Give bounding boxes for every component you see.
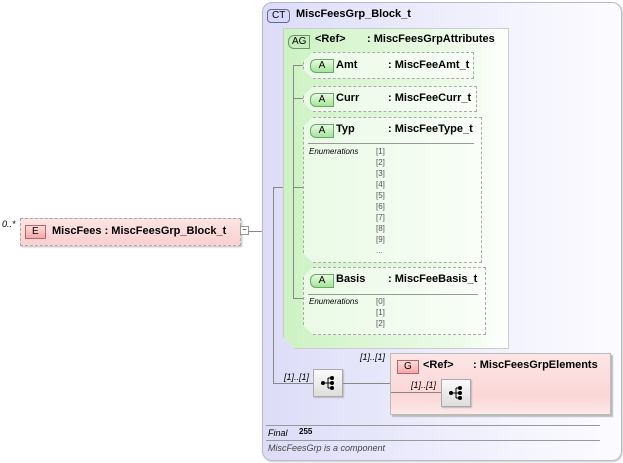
enumeration-value: [1] [376, 308, 385, 317]
sequence-occurs: [1]..[1] [284, 372, 310, 382]
enumerations-label: Enumerations [309, 147, 359, 156]
sequence-icon [449, 386, 462, 400]
element-badge: E [25, 225, 46, 239]
attribute-basis[interactable]: A Basis : MiscFeeBasis_t Enumerations [0… [303, 267, 486, 335]
attribute-type: : MiscFeeCurr_t [388, 92, 472, 104]
enumeration-value: [6] [376, 202, 385, 211]
group-inner-occurs: [1]..[1] [411, 380, 437, 390]
enumeration-value: [8] [376, 224, 385, 233]
attribute-curr[interactable]: A Curr : MiscFeeCurr_t [303, 86, 477, 112]
ct-name: MiscFeesGrp_Block_t [296, 8, 411, 20]
final-value: 255 [299, 427, 313, 436]
enumeration-value: [3] [376, 169, 385, 178]
attribute-type: : MiscFeeBasis_t [388, 273, 478, 285]
element-miscfees[interactable]: E MiscFees : MiscFeesGrp_Block_t [20, 218, 241, 246]
group-box[interactable]: G <Ref> : MiscFeesGrpElements [1]..[1] [390, 353, 611, 415]
attribute-badge: A [310, 93, 334, 107]
final-label: Final [268, 428, 288, 438]
enumeration-list: [1] [2] [3] [4] [5] [6] [7] [8] [9]... [376, 146, 385, 256]
enumeration-value: [1] [376, 147, 385, 156]
element-occurs: 0..* [2, 219, 16, 229]
attribute-name: Basis [336, 273, 366, 285]
element-label: MiscFees : MiscFeesGrp_Block_t [52, 225, 227, 237]
enumeration-list: [0] [1] [2] [376, 296, 385, 329]
group-type: : MiscFeesGrpElements [473, 359, 598, 371]
attribute-amt[interactable]: A Amt : MiscFeeAmt_t [303, 52, 474, 79]
enumeration-value: [9] [376, 235, 385, 244]
enumeration-value: [7] [376, 213, 385, 222]
component-note: MiscFeesGrp is a component [268, 443, 386, 453]
attribute-badge: A [310, 124, 334, 138]
ag-ref: <Ref> [315, 33, 346, 45]
enumeration-value: [2] [376, 319, 385, 328]
attribute-name: Curr [336, 92, 360, 104]
group-ref: <Ref> [423, 359, 454, 371]
attribute-type: : MiscFeeAmt_t [388, 59, 470, 71]
group-occurs: [1]..[1] [360, 352, 386, 362]
attribute-type: : MiscFeeType_t [388, 123, 473, 135]
enumeration-value: [4] [376, 180, 385, 189]
ag-type: : MiscFeesGrpAttributes [367, 33, 495, 45]
attribute-typ[interactable]: A Typ : MiscFeeType_t Enumerations [1] [2… [303, 117, 482, 263]
sequence-compositor[interactable] [313, 369, 343, 397]
attribute-badge: A [310, 274, 334, 288]
attribute-badge: A [310, 59, 334, 73]
enumeration-value: [2] [376, 158, 385, 167]
enumeration-value: [5] [376, 191, 385, 200]
attribute-name: Amt [336, 59, 358, 71]
enumeration-value: ... [376, 246, 383, 255]
ag-badge: AG [288, 35, 310, 49]
ct-badge: CT [267, 9, 291, 23]
enumeration-value: [0] [376, 297, 385, 306]
group-badge: G [397, 360, 419, 374]
sequence-icon [321, 376, 334, 390]
group-sequence-compositor[interactable] [441, 379, 471, 407]
enumerations-label: Enumerations [309, 297, 359, 306]
attribute-name: Typ [336, 123, 355, 135]
